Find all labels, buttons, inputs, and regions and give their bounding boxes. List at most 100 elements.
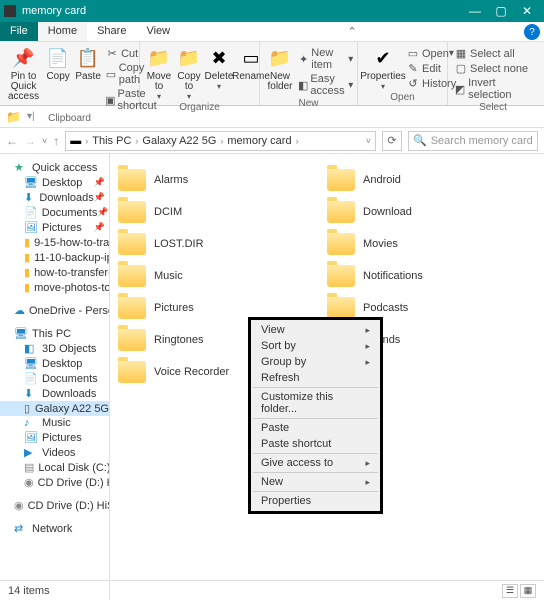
folder-icon xyxy=(118,201,146,223)
tree-galaxy[interactable]: ▯Galaxy A22 5G xyxy=(0,401,109,416)
ctx-refresh[interactable]: Refresh xyxy=(251,370,380,386)
tab-home[interactable]: Home xyxy=(38,22,87,41)
tree-desktop[interactable]: 🖥Desktop📌 xyxy=(0,175,109,190)
folder-item[interactable]: Android xyxy=(327,164,536,196)
tree-music[interactable]: ♪Music xyxy=(0,416,109,430)
folder-icon xyxy=(327,201,355,223)
new-folder-button[interactable]: 📁New folder xyxy=(264,44,296,94)
properties-button[interactable]: ✔Properties▾ xyxy=(362,44,404,92)
search-input[interactable]: 🔍Search memory card xyxy=(408,131,538,151)
ctx-sort-by[interactable]: Sort by▸ xyxy=(251,338,380,354)
select-all-button[interactable]: ▦Select all xyxy=(452,46,534,61)
folder-item[interactable]: Download xyxy=(327,196,536,228)
folder-item[interactable]: Notifications xyxy=(327,260,536,292)
close-button[interactable]: ✕ xyxy=(514,2,540,20)
cut-icon: ✂ xyxy=(105,47,119,60)
tree-folder4[interactable]: ▮move-photos-to-sd-ca xyxy=(0,280,109,295)
delete-button[interactable]: ✖Delete▾ xyxy=(204,44,234,92)
tree-pictures[interactable]: 🖼Pictures📌 xyxy=(0,220,109,235)
ctx-give-access[interactable]: Give access to▸ xyxy=(251,455,380,471)
tab-view[interactable]: View xyxy=(136,22,180,41)
tree-quick-access[interactable]: ★Quick access xyxy=(0,160,109,175)
crumb-device[interactable]: Galaxy A22 5G xyxy=(142,135,216,147)
crumb-location[interactable]: memory card xyxy=(227,135,291,147)
new-item-button[interactable]: ✦New item ▾ xyxy=(296,46,355,72)
folder-icon: 📁 xyxy=(268,46,292,70)
back-button[interactable]: ← xyxy=(6,134,18,148)
recent-dropdown[interactable]: ˅ xyxy=(42,136,47,146)
tree-pictures2[interactable]: 🖼Pictures xyxy=(0,430,109,445)
easy-access-button[interactable]: ◧Easy access ▾ xyxy=(296,72,355,98)
history-icon: ↺ xyxy=(406,77,420,90)
tree-folder1[interactable]: ▮9-15-how-to-transfer-p xyxy=(0,235,109,250)
properties-icon: ✔ xyxy=(371,46,395,70)
tree-desktop2[interactable]: 🖥Desktop xyxy=(0,356,109,371)
address-bar-row: ← → ˅ ↑ ▬ › This PC › Galaxy A22 5G › me… xyxy=(0,128,544,154)
file-menu[interactable]: File xyxy=(0,22,38,41)
ctx-group-by[interactable]: Group by▸ xyxy=(251,354,380,370)
tree-downloads2[interactable]: ⬇Downloads xyxy=(0,386,109,401)
folder-item[interactable]: LOST.DIR xyxy=(118,228,327,260)
dropdown-icon[interactable]: ▾| xyxy=(27,111,35,122)
folder-item[interactable]: Music xyxy=(118,260,327,292)
tree-folder2[interactable]: ▮11-10-backup-iphone-t xyxy=(0,250,109,265)
help-icon[interactable]: ? xyxy=(524,24,540,40)
window-title: memory card xyxy=(22,5,462,17)
refresh-button[interactable]: ⟳ xyxy=(382,131,402,151)
ribbon-collapse-icon[interactable]: ⌃ xyxy=(341,22,362,41)
ctx-view[interactable]: View▸ xyxy=(251,322,380,338)
forward-button[interactable]: → xyxy=(24,134,36,148)
view-details-button[interactable]: ☰ xyxy=(502,584,518,598)
move-to-button[interactable]: 📁Move to▾ xyxy=(144,44,174,102)
tree-local-disk[interactable]: ▤Local Disk (C:) xyxy=(0,460,109,475)
ctx-new[interactable]: New▸ xyxy=(251,474,380,490)
folder-item[interactable]: DCIM xyxy=(118,196,327,228)
minimize-button[interactable]: — xyxy=(462,2,488,20)
tree-this-pc[interactable]: 🖥This PC xyxy=(0,326,109,341)
group-select-label: Select xyxy=(452,102,534,114)
ctx-customize[interactable]: Customize this folder... xyxy=(251,389,380,417)
folder-icon[interactable]: 📁 xyxy=(6,110,21,124)
tree-videos[interactable]: ▶Videos xyxy=(0,445,109,460)
copyto-icon: 📁 xyxy=(177,46,201,70)
ctx-properties[interactable]: Properties xyxy=(251,493,380,509)
folder-label: Android xyxy=(363,174,401,186)
chevron-down-icon[interactable]: ˅ xyxy=(366,136,371,146)
ctx-paste-shortcut[interactable]: Paste shortcut xyxy=(251,436,380,452)
folder-icon xyxy=(327,233,355,255)
crumb-pc[interactable]: This PC xyxy=(92,135,131,147)
view-icons-button[interactable]: ▦ xyxy=(520,584,536,598)
tab-share[interactable]: Share xyxy=(87,22,136,41)
folder-icon xyxy=(327,297,355,319)
folder-item[interactable]: Alarms xyxy=(118,164,327,196)
copy-button[interactable]: 📄Copy xyxy=(43,44,73,84)
nav-tree: ★Quick access 🖥Desktop📌 ⬇Downloads📌 📄Doc… xyxy=(0,154,110,600)
tree-folder3[interactable]: ▮how-to-transfer-photo xyxy=(0,265,109,280)
tree-cd-drive2[interactable]: ◉CD Drive (D:) HiSuite xyxy=(0,498,109,513)
folder-item[interactable]: Movies xyxy=(327,228,536,260)
breadcrumb[interactable]: ▬ › This PC › Galaxy A22 5G › memory car… xyxy=(65,131,376,151)
tree-cd-drive[interactable]: ◉CD Drive (D:) HiSuite xyxy=(0,475,109,490)
folder-label: Download xyxy=(363,206,412,218)
folder-label: Movies xyxy=(363,238,398,250)
pin-icon: 📌 xyxy=(12,46,36,70)
tree-downloads[interactable]: ⬇Downloads📌 xyxy=(0,190,109,205)
invert-selection-button[interactable]: ◩Invert selection xyxy=(452,76,534,102)
pin-quick-access-button[interactable]: 📌Pin to Quick access xyxy=(4,44,43,104)
tree-documents2[interactable]: 📄Documents xyxy=(0,371,109,386)
tree-onedrive[interactable]: ☁OneDrive - Personal xyxy=(0,303,109,318)
tree-documents[interactable]: 📄Documents📌 xyxy=(0,205,109,220)
path-icon: ▭ xyxy=(105,68,117,81)
up-button[interactable]: ↑ xyxy=(53,134,59,148)
ctx-paste[interactable]: Paste xyxy=(251,420,380,436)
maximize-button[interactable]: ▢ xyxy=(488,2,514,20)
tree-network[interactable]: ⇄Network xyxy=(0,521,109,536)
group-organize-label: Organize xyxy=(144,102,255,114)
search-icon: 🔍 xyxy=(413,134,427,147)
select-none-button[interactable]: ▢Select none xyxy=(452,61,534,76)
newitem-icon: ✦ xyxy=(298,53,309,66)
paste-button[interactable]: 📋Paste xyxy=(73,44,103,84)
ribbon: 📌Pin to Quick access 📄Copy 📋Paste ✂Cut ▭… xyxy=(0,42,544,106)
copy-to-button[interactable]: 📁Copy to▾ xyxy=(174,44,204,102)
tree-3d-objects[interactable]: ◧3D Objects xyxy=(0,341,109,356)
